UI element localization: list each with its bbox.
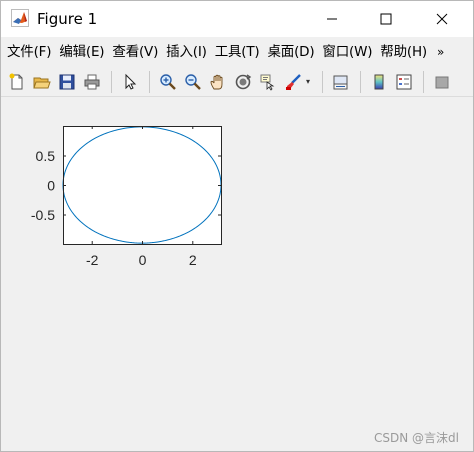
menu-tools[interactable]: 工具(T) <box>215 42 260 62</box>
brush-icon[interactable] <box>281 70 305 94</box>
toolbar-separator <box>322 70 323 93</box>
legend-icon[interactable] <box>392 70 416 94</box>
menu-desktop[interactable]: 桌面(D) <box>267 42 314 62</box>
menu-help[interactable]: 帮助(H) <box>380 42 427 62</box>
pan-hand-icon[interactable] <box>206 70 230 94</box>
zoom-out-icon[interactable] <box>181 70 205 94</box>
save-icon[interactable] <box>55 70 79 94</box>
x-tick-label: 0 <box>139 252 147 268</box>
menu-file[interactable]: 文件(F) <box>7 42 52 62</box>
y-tick-label: 0 <box>47 178 55 194</box>
toolbar-separator <box>111 70 112 93</box>
open-file-icon[interactable] <box>30 70 54 94</box>
y-tick-label: 0.5 <box>36 148 56 164</box>
data-cursor-icon[interactable] <box>256 70 280 94</box>
link-plot-icon[interactable] <box>329 70 353 94</box>
colorbar-icon[interactable] <box>367 70 391 94</box>
menu-view[interactable]: 查看(V) <box>112 42 158 62</box>
y-tick-label: -0.5 <box>31 207 55 223</box>
property-editor-icon[interactable] <box>430 70 454 94</box>
minimize-button[interactable] <box>309 1 355 37</box>
close-icon <box>436 13 448 25</box>
toolbar-separator <box>360 70 361 93</box>
new-figure-icon[interactable] <box>5 70 29 94</box>
menu-bar: 文件(F) 编辑(E) 查看(V) 插入(I) 工具(T) 桌面(D) 窗口(W… <box>1 39 473 65</box>
print-icon[interactable] <box>80 70 104 94</box>
axes[interactable]: -2 0 2 -0.5 0 0.5 <box>1 98 473 452</box>
maximize-icon <box>380 13 392 25</box>
figure-toolbar: ▾ <box>1 67 473 97</box>
x-tick-label: -2 <box>86 252 99 268</box>
maximize-button[interactable] <box>363 1 409 37</box>
toolbar-separator <box>423 70 424 93</box>
menu-overflow-icon[interactable]: » <box>437 45 444 59</box>
zoom-in-icon[interactable] <box>156 70 180 94</box>
matlab-logo-icon <box>11 9 29 27</box>
rotate-3d-icon[interactable] <box>231 70 255 94</box>
title-bar[interactable]: Figure 1 <box>1 1 473 37</box>
minimize-icon <box>327 18 337 20</box>
toolbar-separator <box>149 70 150 93</box>
window-title: Figure 1 <box>37 10 98 28</box>
close-button[interactable] <box>419 1 465 37</box>
menu-edit[interactable]: 编辑(E) <box>59 42 104 62</box>
figure-canvas: -2 0 2 -0.5 0 0.5 CSDN @言沫dl <box>1 98 473 452</box>
brush-dropdown-icon[interactable]: ▾ <box>306 77 314 86</box>
select-arrow-icon[interactable] <box>118 70 142 94</box>
watermark-text: CSDN @言沫dl <box>374 431 459 445</box>
menu-window[interactable]: 窗口(W) <box>322 42 372 62</box>
menu-insert[interactable]: 插入(I) <box>166 42 207 62</box>
x-tick-label: 2 <box>189 252 197 268</box>
figure-window: Figure 1 文件(F) 编辑(E) 查看(V) 插入(I) 工具(T) 桌… <box>0 0 474 452</box>
